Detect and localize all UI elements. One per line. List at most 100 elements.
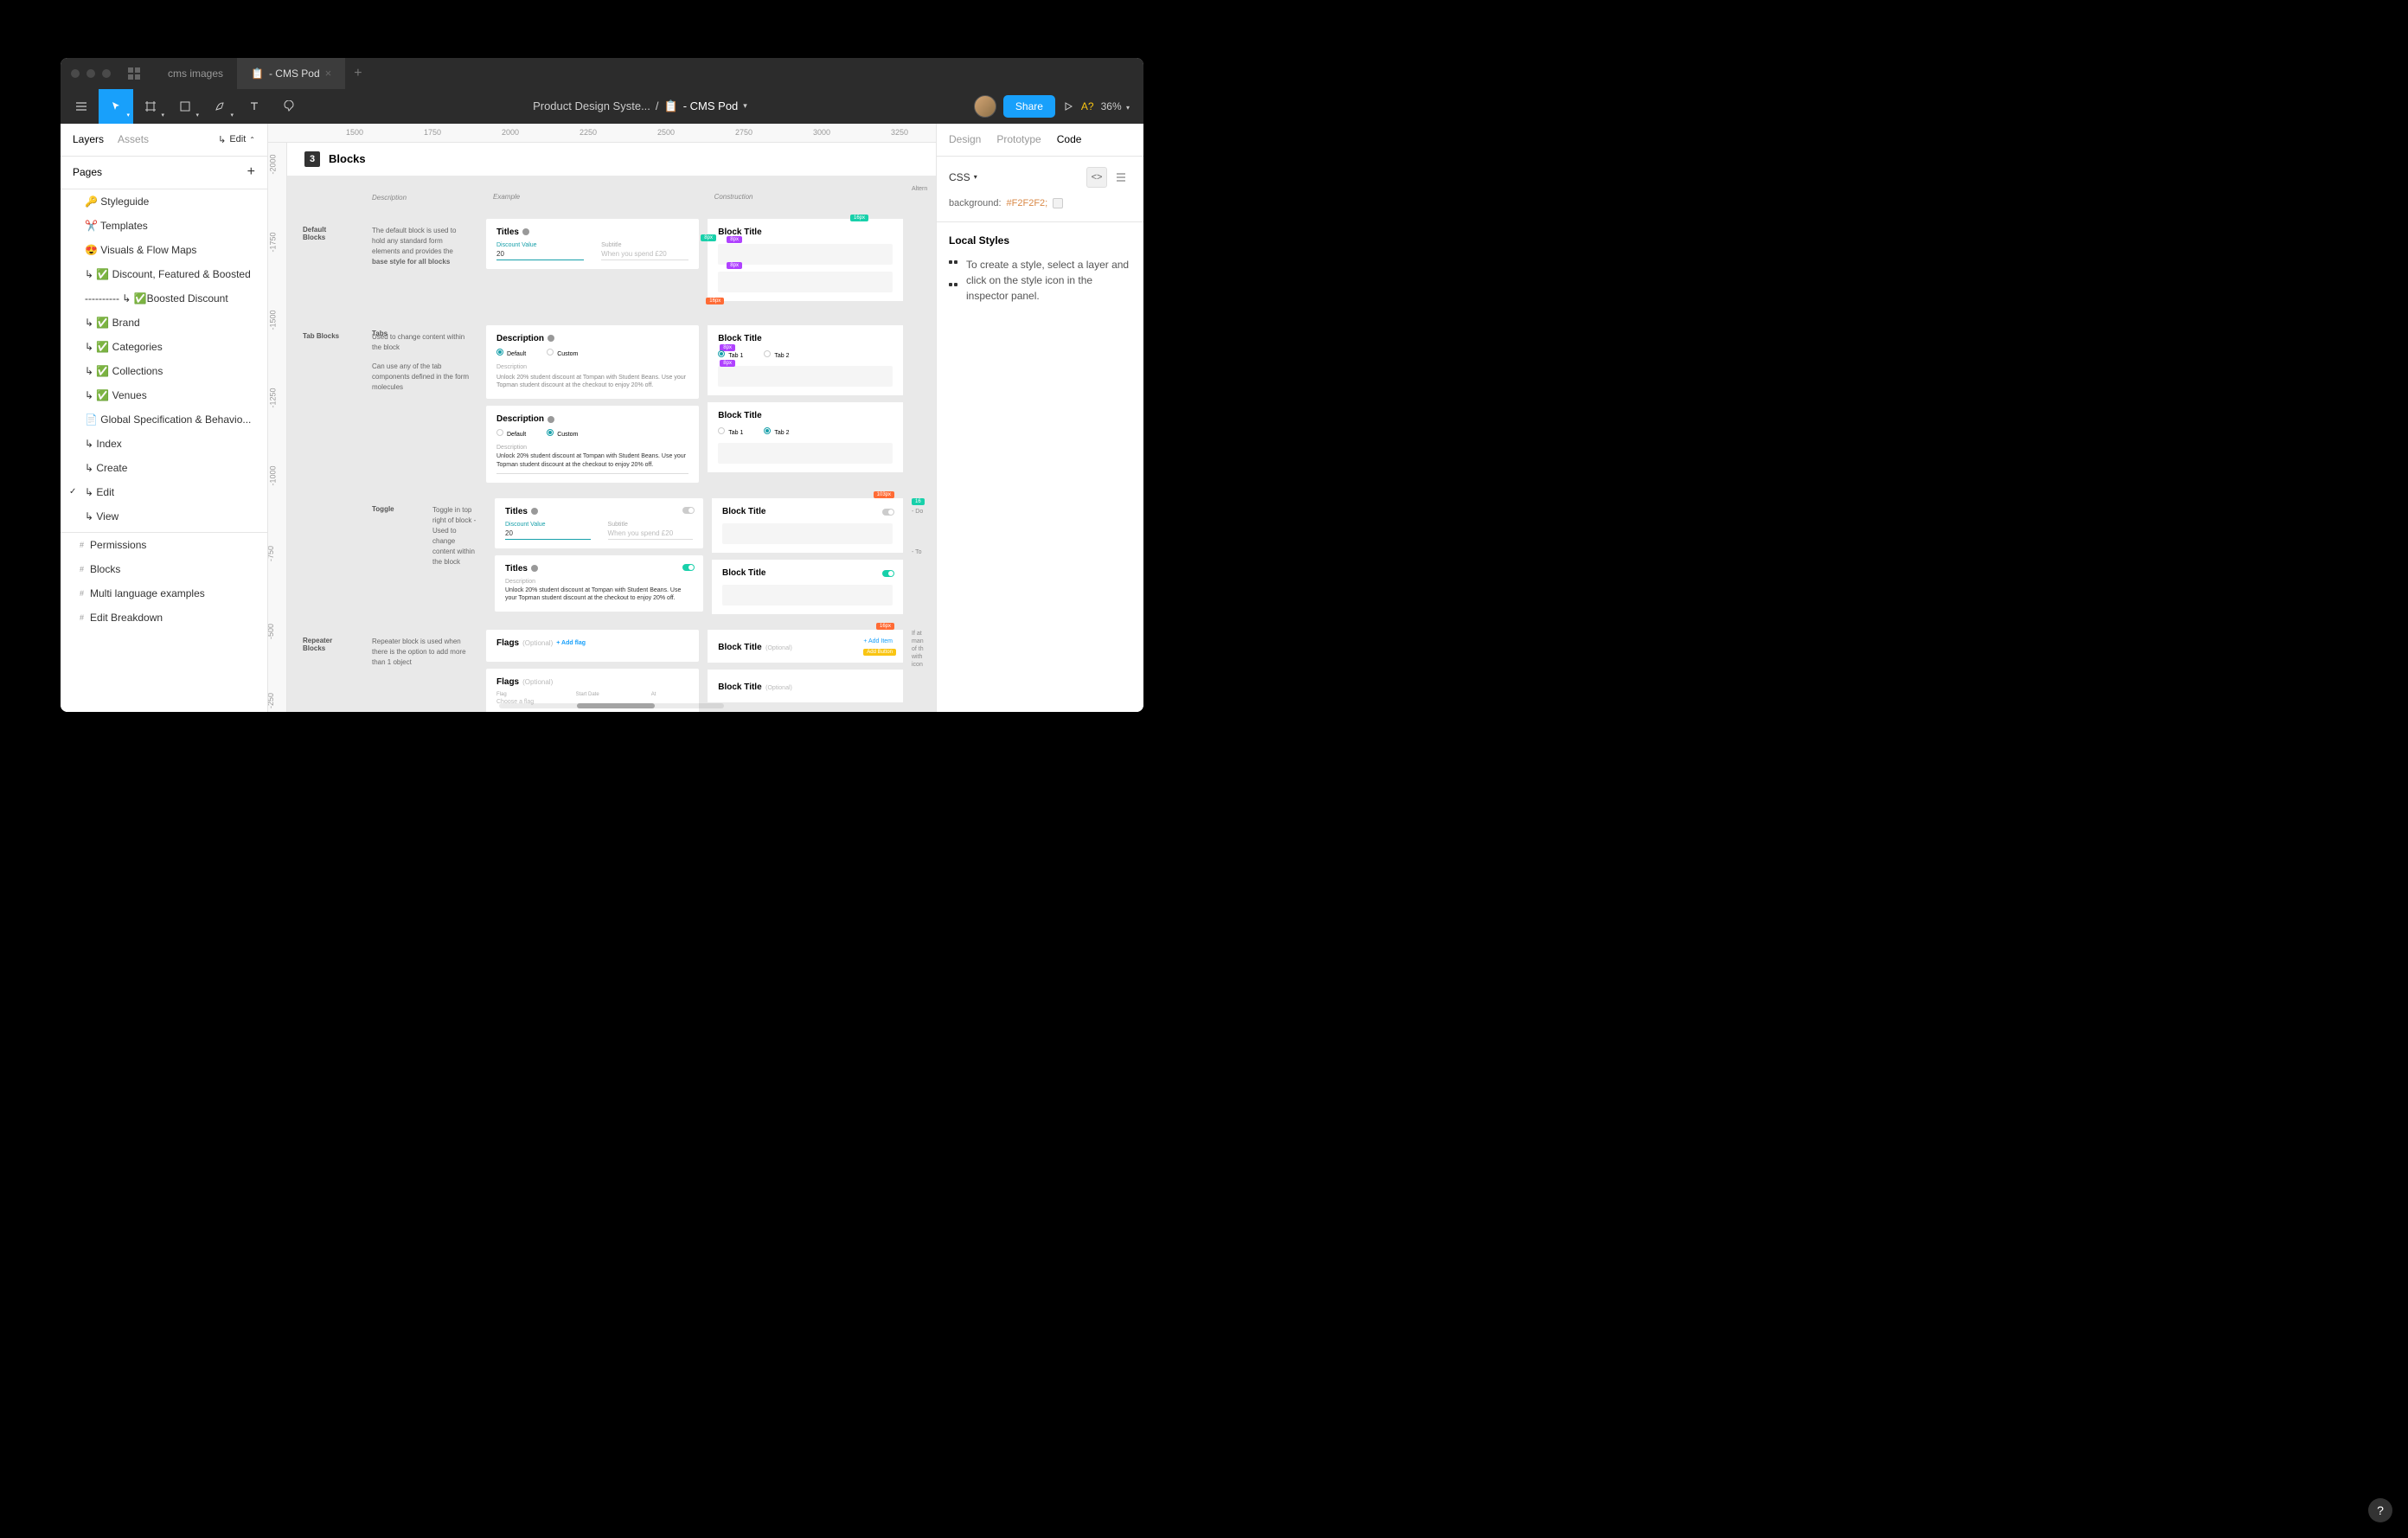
breadcrumb[interactable]: Product Design Syste... / 📋 - CMS Pod ▾ <box>306 99 974 113</box>
construction-card: 103px Block Title <box>712 498 903 553</box>
page-item[interactable]: ↳ ✅ Brand <box>61 311 267 335</box>
tab-design[interactable]: Design <box>949 133 981 145</box>
page-item[interactable]: 🔑 Styleguide <box>61 189 267 214</box>
breadcrumb-current: - CMS Pod <box>683 99 739 112</box>
construction-card: Block Title 8px Tab 1 Tab 2 8px <box>708 325 903 395</box>
tab-label: - CMS Pod <box>269 67 320 80</box>
panel-tabs: Layers Assets ↳ Edit ⌃ <box>61 124 267 157</box>
local-styles: Local Styles To create a style, select a… <box>937 222 1143 316</box>
page-item[interactable]: ↳ ✅ Discount, Featured & Boosted <box>61 262 267 286</box>
breadcrumb-parent: Product Design Syste... <box>533 99 650 112</box>
css-code[interactable]: background: #F2F2F2; <box>949 196 1131 212</box>
toolbar: ▾ ▾ ▾ ▾ Product Design Syste... / 📋 - CM… <box>61 89 1143 124</box>
add-page-button[interactable]: + <box>247 164 255 180</box>
section-title: Blocks <box>329 152 366 165</box>
list-view-button[interactable] <box>1111 167 1131 188</box>
frame-tool[interactable]: ▾ <box>133 89 168 124</box>
avatar[interactable] <box>974 95 996 118</box>
page-item[interactable]: ↳ ✅ Venues <box>61 383 267 407</box>
construction-card: Block Title (Optional) <box>708 670 903 702</box>
toggle-switch[interactable] <box>682 564 695 571</box>
inspector-tabs: Design Prototype Code <box>937 124 1143 157</box>
page-item[interactable]: ↳ View <box>61 504 267 529</box>
maximize-dot[interactable] <box>102 69 111 78</box>
zoom-control[interactable]: 36% ▾ <box>1101 100 1130 112</box>
pages-list: 🔑 Styleguide ✂️ Templates 😍 Visuals & Fl… <box>61 189 267 529</box>
example-card: Titles Description Unlock 20% student di… <box>495 555 703 612</box>
page-item[interactable]: ↳ Index <box>61 432 267 456</box>
toggle-switch[interactable] <box>882 570 894 577</box>
section-header: 3 Blocks <box>287 143 936 176</box>
tab-assets[interactable]: Assets <box>118 133 149 145</box>
move-tool[interactable]: ▾ <box>99 89 133 124</box>
page-item[interactable]: ↳ Create <box>61 456 267 480</box>
canvas[interactable]: 3 Blocks Description Example Constructio… <box>287 143 936 712</box>
horizontal-scrollbar[interactable] <box>499 703 724 708</box>
section-number: 3 <box>304 151 320 167</box>
right-panel: Design Prototype Code CSS ▾ <> backgro <box>936 124 1143 712</box>
comment-tool[interactable] <box>272 89 306 124</box>
frame-item[interactable]: #Multi language examples <box>61 581 267 606</box>
present-button[interactable] <box>1062 100 1074 112</box>
row-tab-blocks: Tab Blocks Tabs Used to change content w… <box>296 325 927 490</box>
example-card: Description Default Custom Description U… <box>486 325 699 400</box>
blocks-area: Description Example Construction Altern … <box>287 186 936 712</box>
construction-card: Block Title <box>712 560 903 614</box>
tab-code[interactable]: Code <box>1057 133 1082 145</box>
frame-item[interactable]: #Permissions <box>61 533 267 557</box>
page-item[interactable]: ↳ ✅ Categories <box>61 335 267 359</box>
apps-icon[interactable] <box>128 67 140 80</box>
window-controls[interactable] <box>71 69 111 78</box>
page-item[interactable]: 📄 Global Specification & Behavio... <box>61 407 267 432</box>
color-swatch[interactable] <box>1053 198 1063 208</box>
css-label[interactable]: CSS <box>949 171 970 183</box>
pen-tool[interactable]: ▾ <box>202 89 237 124</box>
shape-tool[interactable]: ▾ <box>168 89 202 124</box>
canvas-area[interactable]: 1500 1750 2000 2250 2500 2750 3000 3250 … <box>268 124 936 712</box>
local-styles-text: To create a style, select a layer and cl… <box>966 257 1131 304</box>
tab-prototype[interactable]: Prototype <box>996 133 1041 145</box>
minimize-dot[interactable] <box>86 69 95 78</box>
header-row: Description Example Construction Altern <box>296 186 927 210</box>
page-item[interactable]: ---------- ↳ ✅Boosted Discount <box>61 286 267 311</box>
left-panel: Layers Assets ↳ Edit ⌃ Pages + 🔑 Stylegu… <box>61 124 268 712</box>
construction-card: 16px Block Title (Optional) + Add Item A… <box>708 630 903 663</box>
page-item[interactable]: 😍 Visuals & Flow Maps <box>61 238 267 262</box>
local-styles-title: Local Styles <box>949 234 1131 247</box>
frame-item[interactable]: #Edit Breakdown <box>61 606 267 630</box>
new-tab-button[interactable]: + <box>345 66 370 81</box>
ruler-horizontal: 1500 1750 2000 2250 2500 2750 3000 3250 <box>268 124 936 143</box>
page-item-current[interactable]: ↳ Edit <box>61 480 267 504</box>
code-view-button[interactable]: <> <box>1086 167 1107 188</box>
close-dot[interactable] <box>71 69 80 78</box>
frame-item[interactable]: #Blocks <box>61 557 267 581</box>
file-tabs: cms images 📋 - CMS Pod × + <box>154 58 371 89</box>
share-button[interactable]: Share <box>1003 95 1055 118</box>
text-tool[interactable] <box>237 89 272 124</box>
ruler-vertical: -2000 -1750 -1500 -1250 -1000 -750 -500 … <box>268 143 287 712</box>
row-default-blocks: Default Blocks The default block is used… <box>296 219 927 308</box>
page-item[interactable]: ↳ ✅ Collections <box>61 359 267 383</box>
styles-grid-icon <box>949 260 957 304</box>
menu-button[interactable] <box>64 89 99 124</box>
add-flag-link[interactable]: + Add flag <box>556 640 586 646</box>
toggle-switch[interactable] <box>682 507 695 514</box>
row-toggle: Toggle Toggle in top right of block - Us… <box>296 498 927 621</box>
example-card: Description Default Custom Description U… <box>486 406 699 483</box>
file-tab-cms-pod[interactable]: 📋 - CMS Pod × <box>237 58 345 89</box>
toggle-switch[interactable] <box>882 509 894 516</box>
construction-card: 16px 8px Block Title 8px 8px 16px <box>708 219 903 301</box>
css-section: CSS ▾ <> background: #F2F2F2; <box>937 157 1143 223</box>
example-card: Titles Discount Value 20 Subtitle <box>495 498 703 548</box>
file-tab-cms-images[interactable]: cms images <box>154 58 237 89</box>
close-icon[interactable]: × <box>325 67 332 80</box>
example-card: Flags (Optional) + Add flag <box>486 630 699 662</box>
example-card: Titles Discount Value 20 Subtitle When y… <box>486 219 699 269</box>
missing-fonts-badge[interactable]: A? <box>1081 100 1094 112</box>
page-item[interactable]: ✂️ Templates <box>61 214 267 238</box>
row-repeater: Repeater Blocks Repeater block is used w… <box>296 630 927 712</box>
frames-list: #Permissions #Blocks #Multi language exa… <box>61 532 267 630</box>
tab-layers[interactable]: Layers <box>73 133 104 145</box>
edit-pages-toggle[interactable]: ↳ Edit ⌃ <box>218 134 255 145</box>
chevron-down-icon[interactable]: ▾ <box>743 101 747 111</box>
